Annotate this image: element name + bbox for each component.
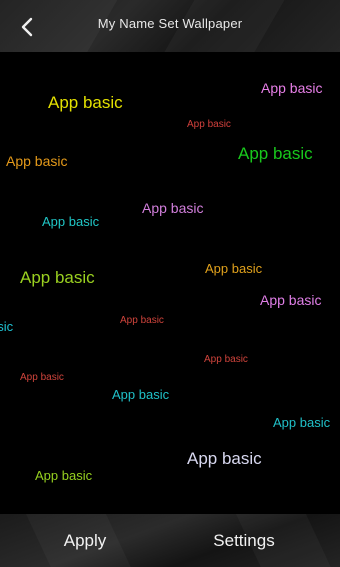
- preview-word: App basic: [142, 200, 204, 216]
- preview-word: App basic: [20, 372, 64, 383]
- apply-button[interactable]: Apply: [0, 514, 170, 567]
- preview-word: App basic: [120, 315, 164, 326]
- preview-word: App basic: [273, 415, 331, 430]
- preview-word: App basic: [6, 153, 68, 169]
- preview-word: App basic: [204, 354, 248, 365]
- preview-word: App basic: [112, 387, 170, 402]
- wallpaper-preview: App basic App basic App basic App basic …: [0, 52, 340, 514]
- preview-word: App basic: [35, 468, 93, 483]
- preview-word: App basic: [48, 93, 123, 112]
- wallpaper-screen: My Name Set Wallpaper App basic App basi…: [0, 0, 340, 567]
- top-bar: My Name Set Wallpaper: [0, 0, 340, 52]
- preview-word: App basic: [0, 319, 14, 334]
- chevron-left-icon: [21, 17, 33, 37]
- preview-word: App basic: [20, 268, 95, 287]
- preview-word: App basic: [187, 119, 231, 130]
- preview-word: App basic: [187, 449, 262, 468]
- preview-word: App basic: [261, 80, 323, 96]
- back-button[interactable]: [10, 10, 44, 44]
- bottom-bar: Apply Settings: [0, 514, 340, 567]
- preview-word: App basic: [205, 261, 263, 276]
- page-title: My Name Set Wallpaper: [97, 16, 243, 31]
- preview-word: App basic: [238, 144, 313, 163]
- settings-button[interactable]: Settings: [170, 514, 318, 567]
- preview-word: App basic: [260, 292, 322, 308]
- preview-word: App basic: [42, 214, 100, 229]
